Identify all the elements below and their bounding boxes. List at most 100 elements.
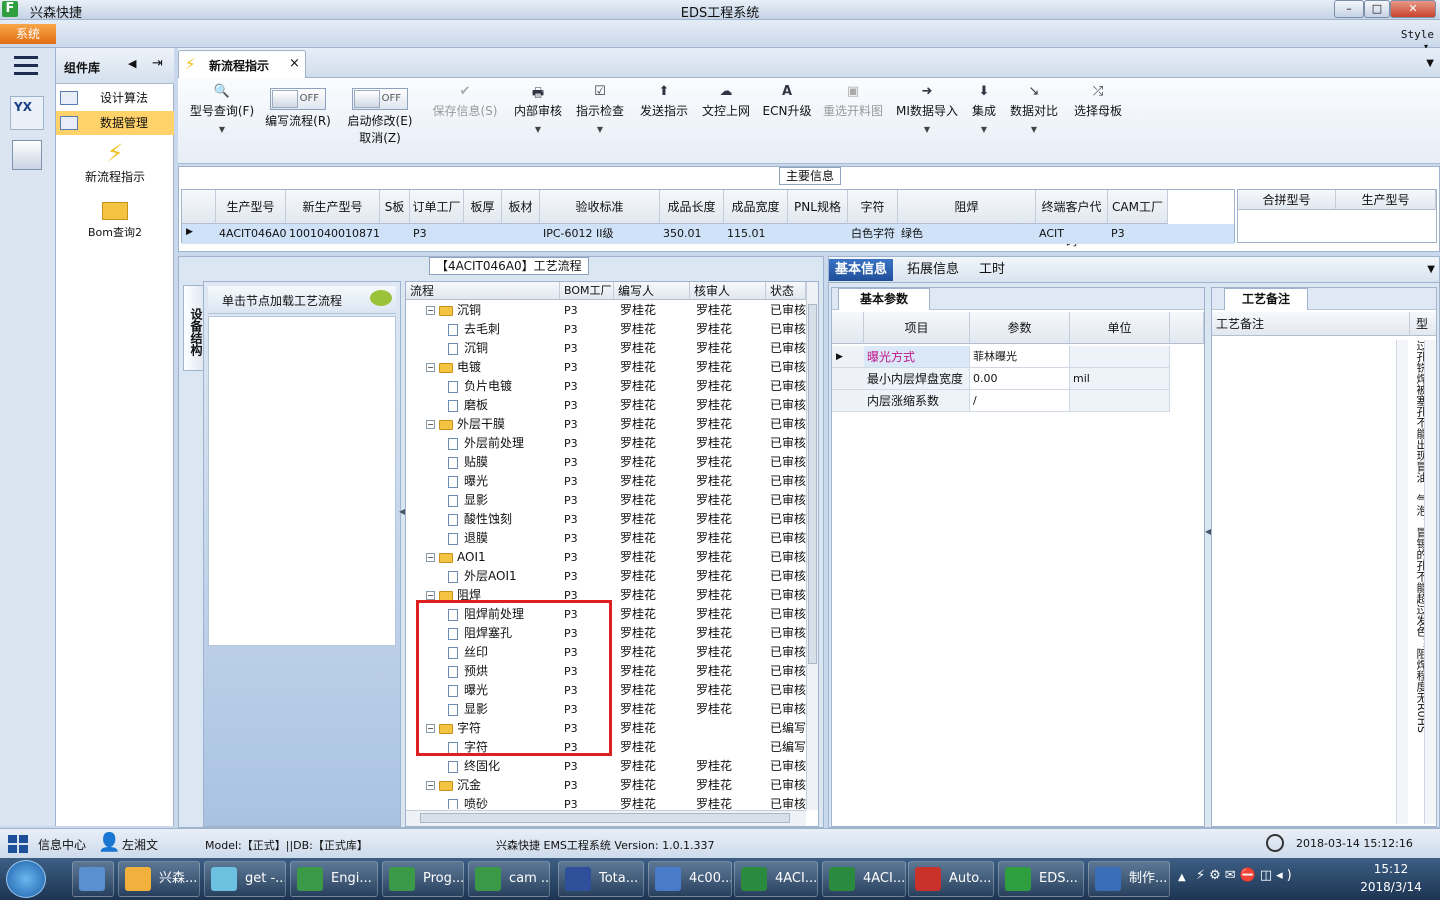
toggle-switch[interactable]: OFF — [270, 88, 326, 110]
notes-scrollbar[interactable] — [1396, 340, 1408, 824]
column-header[interactable]: 生产型号 — [1336, 190, 1436, 210]
collapse-node-icon[interactable]: − — [426, 363, 435, 372]
dropdown-caret-icon[interactable]: ▼ — [894, 125, 960, 134]
flow-name[interactable]: 负片电镀 — [448, 377, 560, 396]
table-row[interactable]: 去毛刺 P3 罗桂花 罗桂花 已审核 — [406, 320, 806, 339]
tab-work-hours[interactable]: 工时 — [973, 259, 1011, 281]
column-header[interactable]: 编写人 — [614, 282, 690, 300]
flow-name[interactable]: 贴膜 — [448, 453, 560, 472]
table-row[interactable]: − 电镀 P3 罗桂花 罗桂花 已审核 — [406, 358, 806, 377]
column-header[interactable]: 阻焊 — [898, 190, 1036, 224]
tool-bom-query[interactable]: Bom查询2 — [56, 198, 174, 242]
table-row[interactable]: 显影 P3 罗桂花 罗桂花 已审核 — [406, 491, 806, 510]
param-unit[interactable] — [1070, 346, 1170, 368]
param-unit[interactable]: mil — [1070, 368, 1170, 390]
windows-grid-icon[interactable] — [8, 835, 28, 853]
instruction-check-button[interactable]: ☑ 指示检查 ▼ — [572, 84, 628, 158]
horizontal-scrollbar[interactable] — [406, 810, 806, 826]
table-row[interactable]: − 沉金 P3 罗桂花 罗桂花 已审核 — [406, 776, 806, 795]
notes-scrollbar-right[interactable] — [1424, 340, 1436, 824]
flow-name[interactable]: − 沉铜 — [426, 301, 560, 320]
param-item[interactable]: 曝光方式 — [864, 346, 970, 368]
column-header[interactable]: 状态 — [766, 282, 806, 300]
taskbar-item[interactable]: 4c00... — [648, 861, 732, 897]
param-value[interactable]: 0.00 — [970, 368, 1070, 390]
yx-module-icon[interactable]: YX — [10, 96, 44, 130]
flow-name[interactable]: − 沉金 — [426, 776, 560, 795]
column-header[interactable]: 流程 — [406, 282, 560, 300]
vertical-scrollbar[interactable] — [806, 282, 818, 810]
flow-name[interactable]: 外层前处理 — [448, 434, 560, 453]
reselect-cutting-chart-button[interactable]: ▣ 重选开料图 — [820, 84, 886, 158]
taskbar-item[interactable]: 兴森... — [118, 861, 200, 897]
column-header[interactable]: 字符 — [848, 190, 898, 224]
flow-name[interactable]: 磨板 — [448, 396, 560, 415]
taskbar-item[interactable]: 4ACI... — [734, 861, 818, 897]
column-header[interactable]: PNL规格 — [788, 190, 848, 224]
taskbar-item[interactable]: 4ACI... — [822, 861, 906, 897]
table-cell[interactable] — [380, 224, 410, 244]
flow-name[interactable]: 酸性蚀刻 — [448, 510, 560, 529]
tab-list-dropdown-icon[interactable]: ▼ — [1426, 58, 1434, 69]
table-row[interactable]: ▶ 4ACIT046A0 10010400108719 P3 IPC-6012 II级… — [182, 224, 1234, 244]
table-cell[interactable]: 115.01 — [724, 224, 788, 244]
collapse-node-icon[interactable]: − — [426, 420, 435, 429]
taskbar-item[interactable]: EDS... — [998, 861, 1084, 897]
doc-control-online-button[interactable]: ☁ 文控上网 — [698, 84, 754, 158]
column-header[interactable]: 型 — [1410, 312, 1436, 336]
table-cell[interactable]: P3 — [410, 224, 464, 244]
column-header[interactable]: 工艺备注 — [1212, 312, 1410, 336]
toggle-switch[interactable]: OFF — [352, 88, 408, 110]
collapse-node-icon[interactable]: − — [426, 553, 435, 562]
basic-params-title[interactable]: 基本参数 — [838, 288, 930, 310]
notes-title[interactable]: 工艺备注 — [1224, 288, 1308, 310]
table-row[interactable]: 负片电镀 P3 罗桂花 罗桂花 已审核 — [406, 377, 806, 396]
column-header[interactable]: 合拼型号 — [1238, 190, 1336, 210]
table-cell[interactable]: 白色字符 — [848, 224, 898, 244]
column-header[interactable]: 板厚 — [464, 190, 502, 224]
column-header[interactable]: S板 — [380, 190, 410, 224]
dropdown-caret-icon[interactable]: ▼ — [1006, 125, 1062, 134]
flow-name[interactable]: 曝光 — [448, 472, 560, 491]
scrollbar-thumb[interactable] — [808, 304, 817, 664]
mi-data-import-button[interactable]: ➜ MI数据导入 ▼ — [894, 84, 960, 158]
tab-extended-info[interactable]: 拓展信息 — [901, 259, 965, 281]
close-window-button[interactable]: ✕ — [1390, 0, 1436, 18]
scrollbar-thumb[interactable] — [420, 813, 790, 823]
tab-new-flow[interactable]: ⚡ 新流程指示 × — [178, 50, 306, 78]
table-cell[interactable]: ACIT — [1036, 224, 1108, 244]
calculator-tool-icon[interactable] — [12, 140, 42, 170]
tray-expand-icon[interactable]: ▲ — [1178, 872, 1186, 883]
flow-name[interactable]: 喷砂 — [448, 795, 560, 809]
integrate-button[interactable]: ⬇ 集成 ▼ — [966, 84, 1002, 158]
param-unit[interactable] — [1070, 390, 1170, 412]
table-cell[interactable]: IPC-6012 II级 — [540, 224, 660, 244]
column-header[interactable]: 验收标准 — [540, 190, 660, 224]
param-item[interactable]: 最小内层焊盘宽度 — [864, 368, 970, 390]
flow-name[interactable]: 终固化 — [448, 757, 560, 776]
cancel-label[interactable]: 取消(Z) — [342, 129, 418, 146]
column-header[interactable]: 单位 — [1070, 312, 1170, 344]
nav-item-data-management[interactable]: 数据管理 — [56, 111, 174, 135]
style-menu[interactable]: Style — [1401, 28, 1434, 41]
taskbar-item[interactable]: get -... — [204, 861, 286, 897]
data-compare-button[interactable]: ↘ 数据对比 ▼ — [1006, 84, 1062, 158]
tab-dropdown-icon[interactable]: ▼ — [1427, 264, 1435, 275]
info-center-link[interactable]: 信息中心 — [38, 836, 86, 853]
taskbar-item[interactable]: 制作... — [1088, 861, 1170, 897]
column-header[interactable]: CAM工厂 — [1108, 190, 1168, 224]
row-selector[interactable] — [832, 368, 864, 390]
taskbar-item[interactable]: Auto... — [908, 861, 994, 897]
table-row[interactable]: 酸性蚀刻 P3 罗桂花 罗桂花 已审核 — [406, 510, 806, 529]
table-cell[interactable]: 绿色 — [898, 224, 1036, 244]
minimize-button[interactable]: – — [1334, 0, 1364, 18]
ecn-upgrade-button[interactable]: A ECN升级 — [760, 84, 814, 158]
column-header[interactable]: 板材 — [502, 190, 540, 224]
table-row[interactable]: 外层前处理 P3 罗桂花 罗桂花 已审核 — [406, 434, 806, 453]
collapse-node-icon[interactable]: − — [426, 591, 435, 600]
nav-item-design-algorithm[interactable]: 设计算法 — [56, 86, 174, 110]
table-row[interactable]: 磨板 P3 罗桂花 罗桂花 已审核 — [406, 396, 806, 415]
column-header[interactable]: BOM工厂 — [560, 282, 614, 300]
maximize-button[interactable]: □ — [1364, 0, 1390, 18]
table-cell[interactable]: P3 — [1108, 224, 1168, 244]
